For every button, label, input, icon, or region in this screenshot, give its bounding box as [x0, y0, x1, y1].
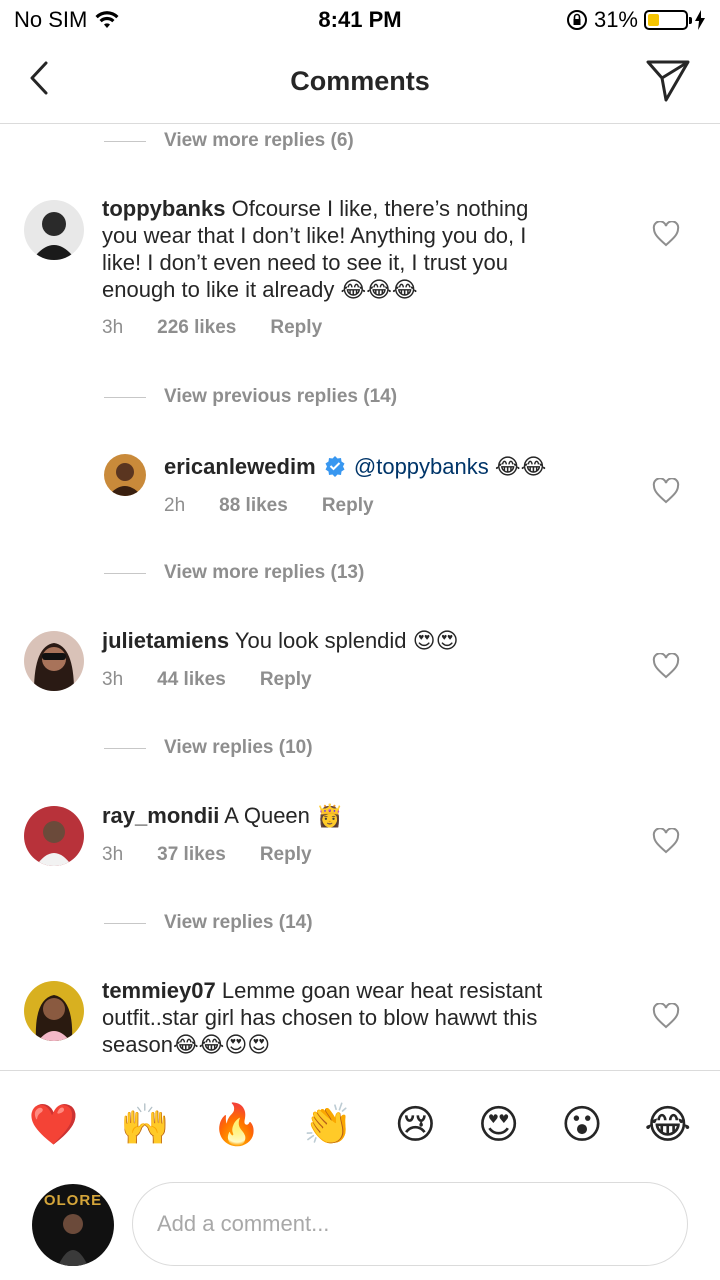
comments-list[interactable]: View more replies (6) toppybanks Ofcours…	[0, 125, 720, 1070]
likes-count[interactable]: 88 likes	[219, 495, 288, 517]
view-replies-link[interactable]: View replies (10)	[104, 737, 313, 759]
comment-meta: 3h 226 likes Reply	[102, 317, 323, 339]
comment-text: temmiey07 Lemme goan wear heat resistant…	[102, 978, 543, 1057]
heart-icon[interactable]	[652, 1003, 680, 1029]
likes-count[interactable]: 226 likes	[157, 317, 236, 339]
comment-text: ericanlewedim @toppybanks 😂😂	[164, 454, 547, 479]
username[interactable]: ray_mondii	[102, 803, 219, 828]
tears-of-joy-emoji[interactable]: 😂	[644, 1105, 691, 1145]
heart-icon[interactable]	[652, 828, 680, 854]
emoji-quick-bar: ❤️ 🙌 🔥 👏 😢 😍 😮 😂	[0, 1070, 720, 1178]
surprised-face-emoji[interactable]: 😮	[561, 1105, 603, 1145]
view-replies-link[interactable]: View replies (14)	[104, 912, 313, 934]
crying-face-emoji[interactable]: 😢	[394, 1105, 436, 1145]
username[interactable]: ericanlewedim	[164, 454, 316, 479]
reply-button[interactable]: Reply	[260, 669, 312, 691]
heart-icon[interactable]	[652, 221, 680, 247]
comment-text: ray_mondii A Queen 👸	[102, 803, 344, 828]
avatar[interactable]	[24, 200, 84, 260]
heart-icon[interactable]	[652, 653, 680, 679]
avatar[interactable]	[24, 806, 84, 866]
fire-emoji[interactable]: 🔥	[212, 1105, 262, 1145]
nav-bar: Comments	[0, 40, 720, 124]
avatar[interactable]	[104, 454, 146, 496]
status-bar: No SIM 8:41 PM 31%	[0, 0, 720, 40]
comment-meta: 3h 44 likes Reply	[102, 669, 312, 691]
reply-button[interactable]: Reply	[270, 317, 322, 339]
view-more-replies-link[interactable]: View more replies (13)	[104, 562, 364, 584]
comment-input[interactable]	[132, 1182, 688, 1266]
avatar[interactable]	[24, 631, 84, 691]
wifi-icon	[95, 11, 119, 28]
heart-icon[interactable]	[652, 478, 680, 504]
view-previous-replies-link[interactable]: View previous replies (14)	[104, 386, 397, 408]
avatar[interactable]	[24, 981, 84, 1041]
username[interactable]: temmiey07	[102, 978, 216, 1003]
red-heart-emoji[interactable]: ❤️	[29, 1105, 79, 1145]
current-user-avatar[interactable]: OLORE	[32, 1184, 114, 1266]
reply-button[interactable]: Reply	[322, 495, 374, 517]
mention-link[interactable]: @toppybanks	[354, 454, 489, 479]
comment-text: julietamiens You look splendid 😍😍	[102, 628, 459, 653]
comment-meta: 2h 88 likes Reply	[164, 495, 374, 517]
username[interactable]: toppybanks	[102, 196, 225, 221]
comment-composer: OLORE	[0, 1178, 720, 1280]
comment-text: toppybanks Ofcourse I like, there’s noth…	[102, 196, 529, 302]
page-title: Comments	[290, 66, 430, 96]
clapping-hands-emoji[interactable]: 👏	[303, 1105, 353, 1145]
battery-percent: 31%	[593, 7, 638, 32]
likes-count[interactable]: 44 likes	[157, 669, 226, 691]
send-icon[interactable]	[644, 56, 692, 104]
comment-meta: 3h 37 likes Reply	[102, 844, 312, 866]
username[interactable]: julietamiens	[102, 628, 229, 653]
charging-icon	[695, 10, 705, 30]
carrier-label: No SIM	[14, 7, 88, 32]
clock: 8:41 PM	[318, 7, 402, 32]
heart-eyes-emoji[interactable]: 😍	[478, 1105, 520, 1145]
battery-icon	[644, 10, 692, 30]
orientation-lock-icon	[566, 10, 587, 30]
reply-button[interactable]: Reply	[260, 844, 312, 866]
likes-count[interactable]: 37 likes	[157, 844, 226, 866]
raising-hands-emoji[interactable]: 🙌	[120, 1105, 170, 1145]
view-more-replies-link[interactable]: View more replies (6)	[104, 130, 354, 152]
back-icon[interactable]	[22, 58, 62, 98]
verified-badge-icon	[325, 456, 345, 477]
avatar-logo-text: OLORE	[43, 1192, 103, 1209]
